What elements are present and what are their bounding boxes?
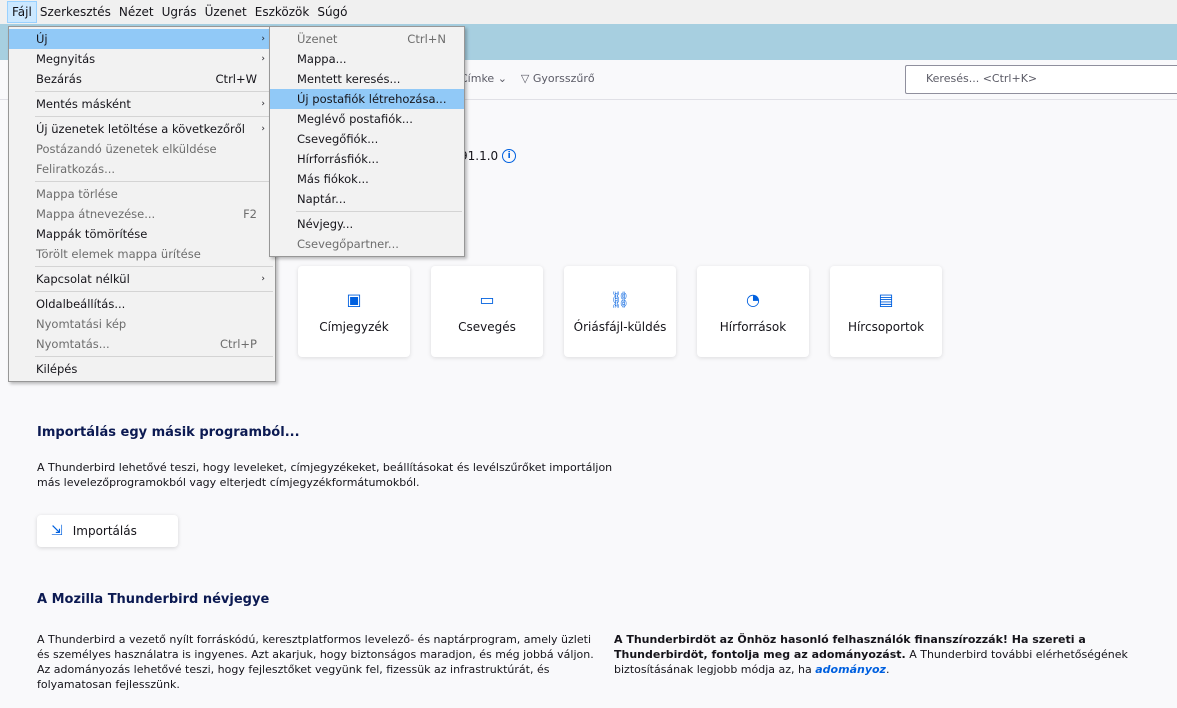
menu-item-mappak-tomoritese[interactable]: Mappák tömörítése [9, 224, 275, 244]
menu-item-meglevo-postafiok[interactable]: Meglévő postafiók... [270, 109, 464, 129]
tag-filter-button[interactable]: Címke ⌄ [460, 72, 507, 85]
tile-label: Csevegés [458, 319, 516, 334]
filter-bar: Címke ⌄ ▽ Gyorsszűrő [460, 72, 595, 85]
menu-item-mappa-atnevezese: Mappa átnevezése... F2 [36, 207, 257, 221]
menu-item-torolt-elemek-mappa-uritese: Törölt elemek mappa ürítése [36, 247, 201, 261]
menu-item-nevjegy[interactable]: Névjegy... [270, 214, 464, 234]
tile-label: Óriásfájl-küldés [573, 319, 667, 334]
rss-icon: ◔ [746, 289, 760, 309]
menu-nezet[interactable]: Nézet [115, 2, 158, 22]
newsgroup-icon: ▤ [878, 289, 894, 309]
chevron-right-icon: › [261, 124, 265, 134]
setup-tiles: ▣ Címjegyzék ▭ Csevegés ⛓ Óriásfájl-küldés ◔ Hí… [298, 266, 942, 357]
menu-item-uj-uzenetek-letoltese-a-kovetkezorol[interactable]: Új üzenetek letöltése a következőről › [9, 119, 275, 139]
donate-text: A Thunderbirdöt az Önhöz hasonló felhasz… [614, 633, 1128, 676]
about-description: A Thunderbird a vezető nyílt forráskódú,… [37, 633, 594, 691]
import-icon: ⇲ [51, 523, 63, 539]
menu-separator [35, 181, 273, 182]
menu-item-mas-fiokok[interactable]: Más fiókok... [270, 169, 464, 189]
menu-item-megnyitas[interactable]: Megnyitás › [9, 49, 275, 69]
menu-separator [35, 266, 273, 267]
tile-label: Hírforrások [719, 319, 787, 334]
search-input[interactable]: Keresés... <Ctrl+K> [905, 65, 1177, 94]
filter-icon: ▽ [520, 72, 530, 85]
file-menu: Új › Megnyitás › Bezárás Ctrl+W Mentés másként… [8, 26, 276, 382]
version-number: 91.1.0 [460, 149, 499, 163]
about-title: A Mozilla Thunderbird névjegye [37, 592, 270, 607]
chevron-down-icon: ⌄ [497, 72, 507, 85]
menu-bar: Fájl Szerkesztés Nézet Ugrás Üzenet Eszközök S… [0, 0, 1177, 24]
menu-item-uzenet: Üzenet Ctrl+N [297, 32, 446, 46]
chevron-right-icon: › [261, 34, 265, 44]
menu-fajl[interactable]: Fájl [7, 1, 37, 23]
menu-item-kilepes[interactable]: Kilépés [9, 359, 275, 379]
menu-item-nyomtatas: Nyomtatás... Ctrl+P [36, 337, 257, 351]
new-submenu: Üzenet Ctrl+N Mappa... Mentett keresés... Új… [269, 26, 465, 257]
menu-item-kapcsolat-nelkul[interactable]: Kapcsolat nélkül › [9, 269, 275, 289]
tile-hircsoportok[interactable]: ▤ Hírcsoportok [830, 266, 942, 357]
shortcut-label: Ctrl+W [215, 72, 257, 86]
menu-item-uj-postafiok-letrehozasa[interactable]: Új postafiók létrehozása... [270, 89, 464, 109]
info-icon[interactable]: i [502, 149, 517, 163]
menu-item-mappa-torlese: Mappa törlése [36, 187, 118, 201]
menu-item-postazando-uzenetek-elkuldese: Postázandó üzenetek elküldése [36, 142, 217, 156]
tile-hirforrasok[interactable]: ◔ Hírforrások [697, 266, 809, 357]
menu-item-naptar[interactable]: Naptár... [270, 189, 464, 209]
tile-cseveges[interactable]: ▭ Csevegés [431, 266, 543, 357]
import-description: A Thunderbird lehetővé teszi, hogy level… [37, 461, 613, 489]
chevron-right-icon: › [261, 274, 265, 284]
menu-item-bezaras[interactable]: Bezárás Ctrl+W [9, 69, 275, 89]
tile-cimjegyzek[interactable]: ▣ Címjegyzék [298, 266, 410, 357]
shortcut-label: Ctrl+P [219, 337, 257, 351]
shortcut-label: F2 [243, 207, 257, 221]
chat-icon: ▭ [479, 289, 495, 309]
menu-item-csevegofiok[interactable]: Csevegőfiók... [270, 129, 464, 149]
menu-item-mappa[interactable]: Mappa... [270, 49, 464, 69]
import-button[interactable]: ⇲ Importálás [37, 515, 178, 547]
menu-separator [35, 116, 273, 117]
address-book-icon: ▣ [346, 289, 362, 309]
menu-item-feliratkozas: Feliratkozás... [36, 162, 116, 176]
menu-eszkozok[interactable]: Eszközök [251, 2, 314, 22]
menu-item-nyomtatasi-kep: Nyomtatási kép [36, 317, 127, 331]
shortcut-label: Ctrl+N [407, 32, 446, 46]
tile-label: Címjegyzék [319, 319, 389, 334]
menu-uzenet[interactable]: Üzenet [201, 2, 251, 22]
menu-separator [35, 356, 273, 357]
menu-item-mentett-kereses[interactable]: Mentett keresés... [270, 69, 464, 89]
menu-item-uj[interactable]: Új › [9, 29, 275, 49]
menu-sugo[interactable]: Súgó [313, 2, 351, 22]
tile-label: Hírcsoportok [847, 319, 925, 334]
import-title: Importálás egy másik programból... [37, 425, 300, 440]
menu-item-hirforrasfiok[interactable]: Hírforrásfiók... [270, 149, 464, 169]
menu-item-oldalbeallitas[interactable]: Oldalbeállítás... [9, 294, 275, 314]
menu-ugras[interactable]: Ugrás [158, 2, 201, 22]
menu-szerkesztes[interactable]: Szerkesztés [36, 2, 115, 22]
chevron-right-icon: › [261, 54, 265, 64]
menu-item-csevegopartner: Csevegőpartner... [297, 237, 399, 251]
menu-separator [35, 91, 273, 92]
chevron-right-icon: › [261, 99, 265, 109]
menu-separator [35, 291, 273, 292]
quick-filter-button[interactable]: ▽ Gyorsszűrő [521, 72, 595, 85]
link-icon: ⛓ [609, 289, 631, 309]
menu-separator [296, 211, 462, 212]
version-info: 91.1.0 i [460, 149, 517, 163]
tile-oriasfajl-kuldes[interactable]: ⛓ Óriásfájl-küldés [564, 266, 676, 357]
donate-link[interactable]: adományoz [815, 663, 886, 676]
menu-item-mentes-maskent[interactable]: Mentés másként › [9, 94, 275, 114]
